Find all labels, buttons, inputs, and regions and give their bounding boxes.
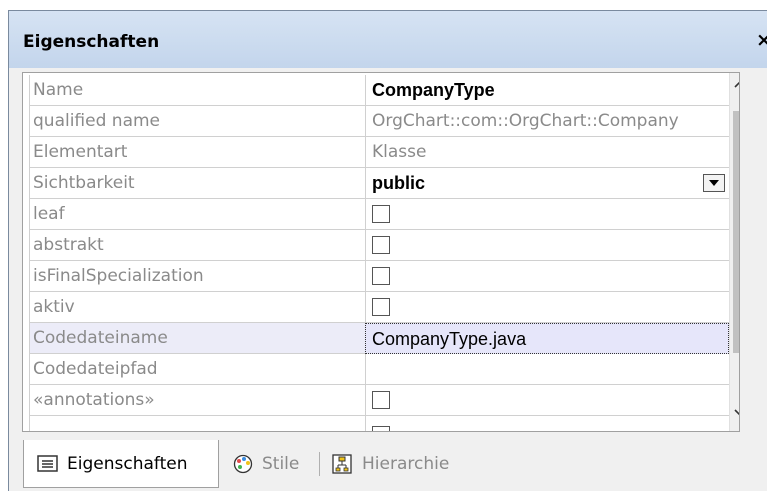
tab-eigenschaften[interactable]: Eigenschaften <box>23 440 219 488</box>
property-value-qualified-name: OrgChart::com::OrgChart::Company <box>365 106 729 137</box>
palette-icon <box>233 454 253 474</box>
bottom-tab-bar: Eigenschaften Stile Hierarchie <box>22 440 740 490</box>
property-label: Codedateiname <box>29 323 365 354</box>
scrollbar-thumb[interactable] <box>733 111 739 353</box>
isfinalspecialization-checkbox[interactable] <box>372 267 390 285</box>
property-label: Name <box>29 75 365 106</box>
codedateiname-input[interactable]: CompanyType.java <box>365 323 729 354</box>
property-row-sichtbarkeit[interactable]: Sichtbarkeit public <box>29 168 729 199</box>
property-label: Elementart <box>29 137 365 168</box>
chevron-down-icon <box>709 180 719 186</box>
property-value-annotations <box>365 385 729 416</box>
property-row-annotations[interactable]: «annotations» <box>29 385 729 416</box>
dropdown-button[interactable] <box>703 174 725 192</box>
chevron-down-icon[interactable] <box>734 409 740 416</box>
property-value-aktiv <box>365 292 729 323</box>
abstrakt-checkbox[interactable] <box>372 236 390 254</box>
tab-label: Stile <box>262 454 300 474</box>
leaf-checkbox[interactable] <box>372 205 390 223</box>
property-label: isFinalSpecialization <box>29 261 365 292</box>
property-row-isfinalspecialization[interactable]: isFinalSpecialization <box>29 261 729 292</box>
property-value-abstrakt <box>365 230 729 261</box>
aktiv-checkbox[interactable] <box>372 298 390 316</box>
property-row-name[interactable]: Name CompanyType <box>29 75 729 106</box>
property-label <box>29 416 365 431</box>
property-label: abstrakt <box>29 230 365 261</box>
tab-stile[interactable]: Stile <box>232 440 299 488</box>
property-label: leaf <box>29 199 365 230</box>
properties-icon <box>37 454 58 472</box>
window-title: Eigenschaften <box>23 32 160 52</box>
property-value-name[interactable]: CompanyType <box>365 75 729 106</box>
property-row-codedateipfad[interactable]: Codedateipfad <box>29 354 729 385</box>
tab-hierarchie[interactable]: Hierarchie <box>332 440 449 488</box>
property-value-leaf <box>365 199 729 230</box>
property-label: Codedateipfad <box>29 354 365 385</box>
property-row-codedateiname[interactable]: Codedateiname CompanyType.java <box>29 323 729 354</box>
property-row-elementart[interactable]: Elementart Klasse <box>29 137 729 168</box>
close-icon[interactable]: × <box>756 29 767 51</box>
chevron-up-icon[interactable] <box>734 81 740 88</box>
property-row-leaf[interactable]: leaf <box>29 199 729 230</box>
property-label: Sichtbarkeit <box>29 168 365 199</box>
visibility-select[interactable]: public <box>365 168 729 199</box>
property-row-partial <box>29 416 729 431</box>
property-value-partial <box>365 416 729 431</box>
hierarchy-icon <box>332 454 352 474</box>
property-label: «annotations» <box>29 385 365 416</box>
vertical-scrollbar[interactable] <box>729 73 740 431</box>
codedateipfad-input[interactable] <box>365 354 729 385</box>
annotations-checkbox[interactable] <box>372 391 390 409</box>
tab-label: Eigenschaften <box>67 453 188 474</box>
property-row-aktiv[interactable]: aktiv <box>29 292 729 323</box>
properties-window: Eigenschaften × Name CompanyType qualifi… <box>0 0 767 491</box>
properties-grid-panel: Name CompanyType qualified name OrgChart… <box>22 72 740 432</box>
property-label: qualified name <box>29 106 365 137</box>
property-value-elementart: Klasse <box>365 137 729 168</box>
tab-separator <box>319 452 320 476</box>
partial-checkbox <box>372 426 390 431</box>
property-label: aktiv <box>29 292 365 323</box>
property-value-isfinalspecialization <box>365 261 729 292</box>
visibility-selected-value: public <box>372 173 425 193</box>
property-row-qualified-name[interactable]: qualified name OrgChart::com::OrgChart::… <box>29 106 729 137</box>
property-row-abstrakt[interactable]: abstrakt <box>29 230 729 261</box>
tab-label: Hierarchie <box>362 454 450 474</box>
title-bar[interactable]: Eigenschaften × <box>9 11 767 68</box>
